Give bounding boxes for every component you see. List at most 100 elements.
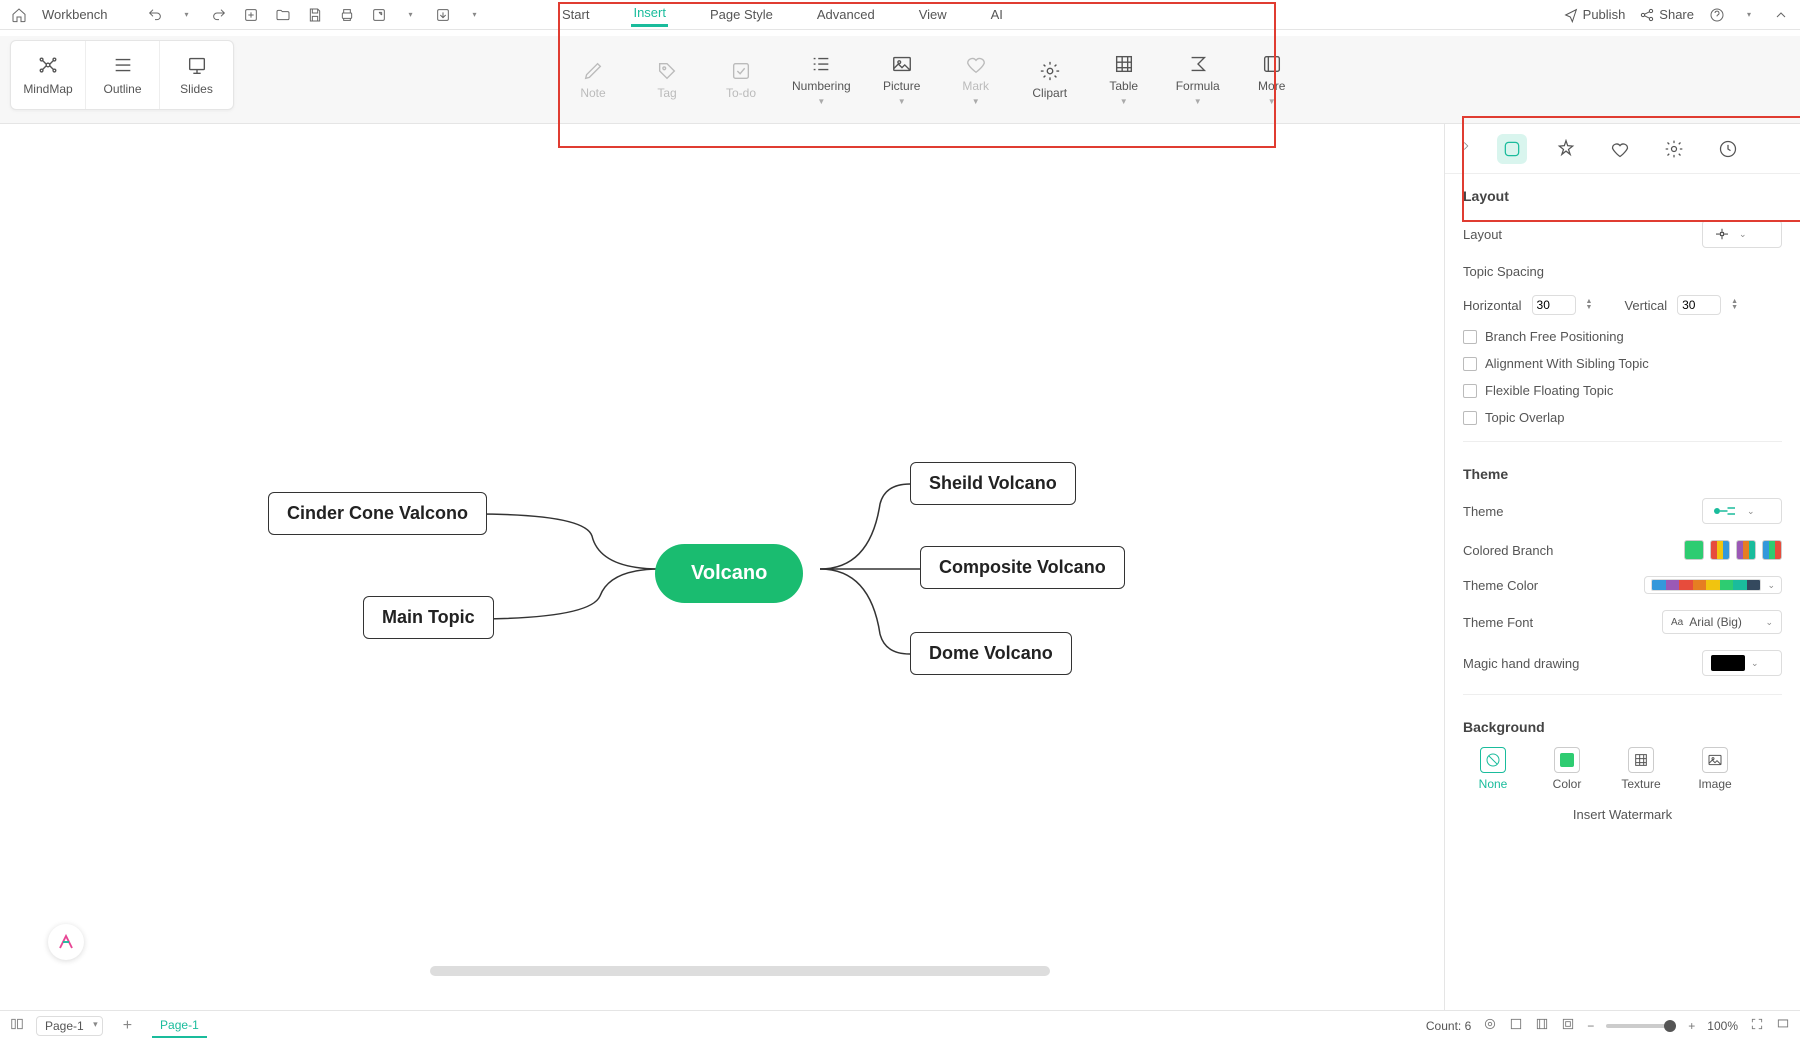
right-panel: Layout Layout ⌄ Topic Spacing Horizontal… (1444, 124, 1800, 1010)
redo-icon[interactable] (210, 6, 228, 24)
view-mode-mindmap[interactable]: MindMap (11, 41, 85, 109)
new-icon[interactable] (242, 6, 260, 24)
page-select[interactable]: Page-1 (36, 1016, 103, 1036)
import-icon[interactable] (434, 6, 452, 24)
panel-tab-settings[interactable] (1659, 134, 1689, 164)
vertical-stepper[interactable]: ▲▼ (1731, 299, 1738, 311)
magic-hand-select[interactable]: ⌄ (1702, 650, 1782, 676)
check-0[interactable]: Branch Free Positioning (1445, 323, 1800, 350)
theme-color-select[interactable]: ⌄ (1644, 576, 1782, 594)
pages-panel-icon[interactable] (10, 1017, 24, 1034)
node-right-2[interactable]: Dome Volcano (910, 632, 1072, 675)
save-icon[interactable] (306, 6, 324, 24)
help-dropdown-icon[interactable]: ▾ (1740, 6, 1758, 24)
share-button[interactable]: Share (1639, 7, 1694, 23)
node-center[interactable]: Volcano (655, 544, 803, 603)
theme-color-label: Theme Color (1463, 578, 1634, 593)
bg-option-image[interactable]: Image (1685, 747, 1745, 791)
add-page-button[interactable]: + (115, 1017, 140, 1035)
fullscreen-icon[interactable] (1750, 1017, 1764, 1034)
horizontal-input[interactable] (1532, 295, 1576, 315)
background-title: Background (1445, 705, 1800, 743)
colored-branch-swatches (1684, 540, 1782, 560)
zoom-in-icon[interactable]: + (1688, 1019, 1695, 1033)
panel-tab-layout[interactable] (1497, 134, 1527, 164)
workbench-label[interactable]: Workbench (42, 7, 108, 22)
check-3[interactable]: Topic Overlap (1445, 404, 1800, 431)
tab-page-style[interactable]: Page Style (708, 3, 775, 26)
ribbon-clipart[interactable]: Clipart (1027, 60, 1073, 100)
print-icon[interactable] (338, 6, 356, 24)
node-right-1[interactable]: Composite Volcano (920, 546, 1125, 589)
panel-tab-icon[interactable] (1605, 134, 1635, 164)
zoom-out-icon[interactable]: − (1587, 1019, 1594, 1033)
theme-label: Theme (1463, 504, 1692, 519)
fit-width-icon[interactable] (1535, 1017, 1549, 1034)
check-2[interactable]: Flexible Floating Topic (1445, 377, 1800, 404)
view-mode-outline[interactable]: Outline (85, 41, 159, 109)
fit-selection-icon[interactable] (1561, 1017, 1575, 1034)
import-dropdown-icon[interactable]: ▾ (466, 6, 484, 24)
panel-tab-history[interactable] (1713, 134, 1743, 164)
undo-dropdown-icon[interactable]: ▾ (178, 6, 196, 24)
collapse-up-icon[interactable] (1772, 6, 1790, 24)
tab-advanced[interactable]: Advanced (815, 3, 877, 26)
ribbon-formula[interactable]: Formula▼ (1175, 53, 1221, 106)
bg-none-label: None (1479, 777, 1508, 791)
ribbon-to-do: To-do (718, 60, 764, 100)
app-logo-bubble[interactable] (48, 924, 84, 960)
theme-select[interactable]: ⌄ (1702, 498, 1782, 524)
colored-branch-label: Colored Branch (1463, 543, 1674, 558)
bg-option-texture[interactable]: Texture (1611, 747, 1671, 791)
tab-insert[interactable]: Insert (631, 1, 668, 27)
open-icon[interactable] (274, 6, 292, 24)
bg-option-none[interactable]: None (1463, 747, 1523, 791)
ribbon-table[interactable]: Table▼ (1101, 53, 1147, 106)
presentation-icon[interactable] (1776, 1017, 1790, 1034)
check-1[interactable]: Alignment With Sibling Topic (1445, 350, 1800, 377)
insert-watermark-button[interactable]: Insert Watermark (1445, 801, 1800, 828)
panel-tab-style[interactable] (1551, 134, 1581, 164)
ribbon-mark: Mark▼ (953, 53, 999, 106)
horizontal-label: Horizontal (1463, 298, 1522, 313)
node-left-0[interactable]: Cinder Cone Valcono (268, 492, 487, 535)
horizontal-stepper[interactable]: ▲▼ (1586, 299, 1593, 311)
magic-hand-label: Magic hand drawing (1463, 656, 1692, 671)
ribbon-more[interactable]: More▼ (1249, 53, 1295, 106)
ribbon-numbering[interactable]: Numbering▼ (792, 53, 851, 106)
count-label: Count: 6 (1426, 1019, 1471, 1033)
swatch-3[interactable] (1736, 540, 1756, 560)
bg-color-label: Color (1553, 777, 1582, 791)
target-icon[interactable] (1483, 1017, 1497, 1034)
topic-spacing-label: Topic Spacing (1463, 264, 1782, 279)
view-mode-slides[interactable]: Slides (159, 41, 233, 109)
node-left-1[interactable]: Main Topic (363, 596, 494, 639)
swatch-4[interactable] (1762, 540, 1782, 560)
swatch-1[interactable] (1684, 540, 1704, 560)
theme-font-select[interactable]: AaArial (Big)⌄ (1662, 610, 1782, 634)
export-dropdown-icon[interactable]: ▾ (402, 6, 420, 24)
layout-select[interactable]: ⌄ (1702, 220, 1782, 248)
page-tab-1[interactable]: Page-1 (152, 1014, 207, 1038)
horizontal-scrollbar[interactable] (430, 966, 1050, 976)
fit-page-icon[interactable] (1509, 1017, 1523, 1034)
main-menu-tabs: Start Insert Page Style Advanced View AI (560, 0, 1005, 28)
share-label: Share (1659, 7, 1694, 22)
publish-button[interactable]: Publish (1563, 7, 1626, 23)
ribbon-picture[interactable]: Picture▼ (879, 53, 925, 106)
zoom-slider[interactable] (1606, 1024, 1676, 1028)
mindmap-canvas[interactable]: Volcano Cinder Cone Valcono Main Topic S… (0, 124, 1444, 1010)
help-icon[interactable] (1708, 6, 1726, 24)
home-icon[interactable] (10, 6, 28, 24)
undo-icon[interactable] (146, 6, 164, 24)
panel-collapse-icon[interactable] (1459, 139, 1473, 158)
swatch-2[interactable] (1710, 540, 1730, 560)
tab-view[interactable]: View (917, 3, 949, 26)
vertical-input[interactable] (1677, 295, 1721, 315)
node-right-0[interactable]: Sheild Volcano (910, 462, 1076, 505)
tab-start[interactable]: Start (560, 3, 591, 26)
tab-ai[interactable]: AI (989, 3, 1005, 26)
bg-option-color[interactable]: Color (1537, 747, 1597, 791)
bg-texture-label: Texture (1621, 777, 1660, 791)
export-icon[interactable] (370, 6, 388, 24)
